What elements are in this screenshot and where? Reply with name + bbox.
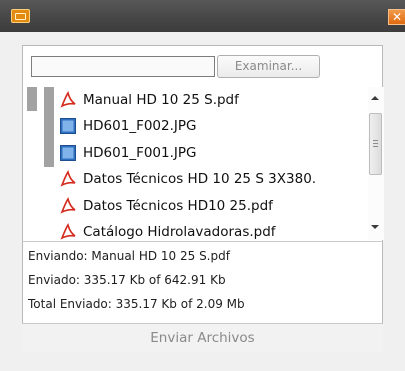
- image-icon: [60, 118, 76, 134]
- scroll-down-arrow-icon[interactable]: [371, 225, 379, 229]
- pdf-icon: [60, 197, 76, 214]
- image-icon: [60, 145, 76, 161]
- file-list[interactable]: Manual HD 10 25 S.pdf HD601_F002.JPG HD6…: [27, 87, 366, 241]
- sending-status: Enviando: Manual HD 10 25 S.pdf: [28, 249, 230, 263]
- scroll-up-arrow-icon[interactable]: [371, 96, 379, 100]
- sent-status: Enviado: 335.17 Kb of 642.91 Kb: [28, 273, 226, 287]
- list-scrollbar[interactable]: [368, 87, 384, 240]
- pdf-icon: [60, 91, 76, 108]
- scroll-thumb[interactable]: [369, 113, 382, 175]
- pdf-icon: [60, 170, 76, 187]
- browse-button[interactable]: Examinar...: [217, 55, 320, 78]
- upload-progress-strip: [44, 87, 54, 167]
- pdf-icon: [60, 223, 76, 240]
- file-name: Catálogo Hidrolavadoras.pdf: [83, 224, 276, 240]
- file-name: Datos Técnicos HD 10 25 S 3X380.: [83, 171, 317, 187]
- file-path-field[interactable]: [31, 56, 215, 77]
- send-files-button[interactable]: Enviar Archivos: [22, 323, 383, 352]
- file-name: HD601_F001.JPG: [83, 145, 197, 161]
- title-bar: ✕: [0, 0, 405, 32]
- close-button[interactable]: ✕: [388, 9, 405, 25]
- file-name: Manual HD 10 25 S.pdf: [83, 92, 239, 108]
- total-sent-status: Total Enviado: 335.17 Kb of 2.09 Mb: [28, 297, 245, 311]
- upload-progress-strip: [27, 87, 37, 111]
- divider: [22, 241, 383, 242]
- file-name: Datos Técnicos HD10 25.pdf: [83, 198, 273, 214]
- upload-app-icon: [11, 9, 30, 23]
- file-name: HD601_F002.JPG: [83, 118, 197, 134]
